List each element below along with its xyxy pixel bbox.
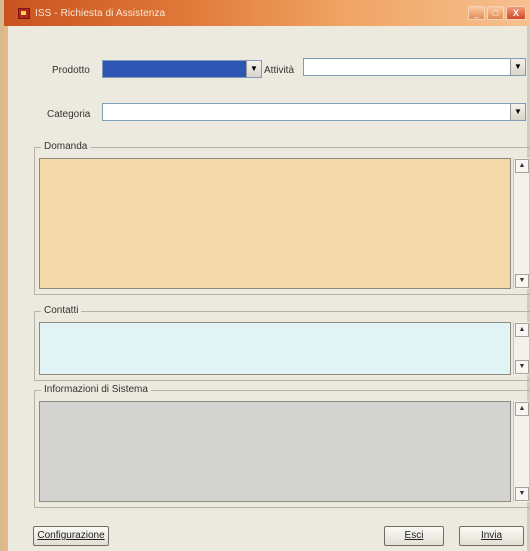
contatti-group: Contatti ▲ ▼ <box>34 305 530 381</box>
invia-label: Invia <box>480 530 503 541</box>
scroll-up-icon[interactable]: ▲ <box>515 159 529 173</box>
scroll-up-icon[interactable]: ▲ <box>515 402 529 416</box>
scroll-down-icon[interactable]: ▼ <box>515 487 529 501</box>
attivita-dropdown-icon[interactable]: ▼ <box>510 59 525 75</box>
domanda-scrollbar[interactable]: ▲ ▼ <box>513 158 529 289</box>
window-title: ISS - Richiesta di Assistenza <box>35 8 166 19</box>
window-controls: _ □ X <box>468 6 526 20</box>
categoria-label: Categoria <box>47 109 91 120</box>
contatti-scrollbar[interactable]: ▲ ▼ <box>513 322 529 375</box>
info-sistema-textarea[interactable] <box>39 401 511 502</box>
contatti-label: Contatti <box>41 305 82 316</box>
contatti-textarea[interactable] <box>39 322 511 375</box>
info-sistema-scrollbar[interactable]: ▲ ▼ <box>513 401 529 502</box>
maximize-button[interactable]: □ <box>487 6 504 20</box>
categoria-combo[interactable]: ▼ <box>102 103 526 121</box>
close-button[interactable]: X <box>506 6 526 20</box>
attivita-combo[interactable]: ▼ <box>303 58 526 76</box>
configurazione-label: Configurazione <box>37 530 105 541</box>
prodotto-combo[interactable]: ▼ <box>102 60 262 78</box>
info-sistema-group: Informazioni di Sistema ▲ ▼ <box>34 384 530 508</box>
info-sistema-label: Informazioni di Sistema <box>41 384 151 395</box>
domanda-textarea[interactable] <box>39 158 511 289</box>
domanda-label: Domanda <box>41 141 91 152</box>
scroll-down-icon[interactable]: ▼ <box>515 360 529 374</box>
esci-label: Esci <box>404 530 424 541</box>
invia-button[interactable]: Invia <box>459 526 524 546</box>
prodotto-dropdown-icon[interactable]: ▼ <box>246 61 261 77</box>
assistance-window: ISS - Richiesta di Assistenza _ □ X Prod… <box>0 0 530 551</box>
categoria-dropdown-icon[interactable]: ▼ <box>510 104 525 120</box>
title-bar[interactable]: ISS - Richiesta di Assistenza _ □ X <box>4 0 530 26</box>
domanda-group: Domanda ▲ ▼ <box>34 141 530 295</box>
attivita-label: Attività <box>264 65 295 76</box>
prodotto-label: Prodotto <box>52 65 90 76</box>
minimize-button[interactable]: _ <box>468 6 485 20</box>
app-icon <box>18 8 30 19</box>
esci-button[interactable]: Esci <box>384 526 444 546</box>
left-border <box>4 26 8 551</box>
scroll-up-icon[interactable]: ▲ <box>515 323 529 337</box>
configurazione-button[interactable]: Configurazione <box>33 526 109 546</box>
scroll-down-icon[interactable]: ▼ <box>515 274 529 288</box>
